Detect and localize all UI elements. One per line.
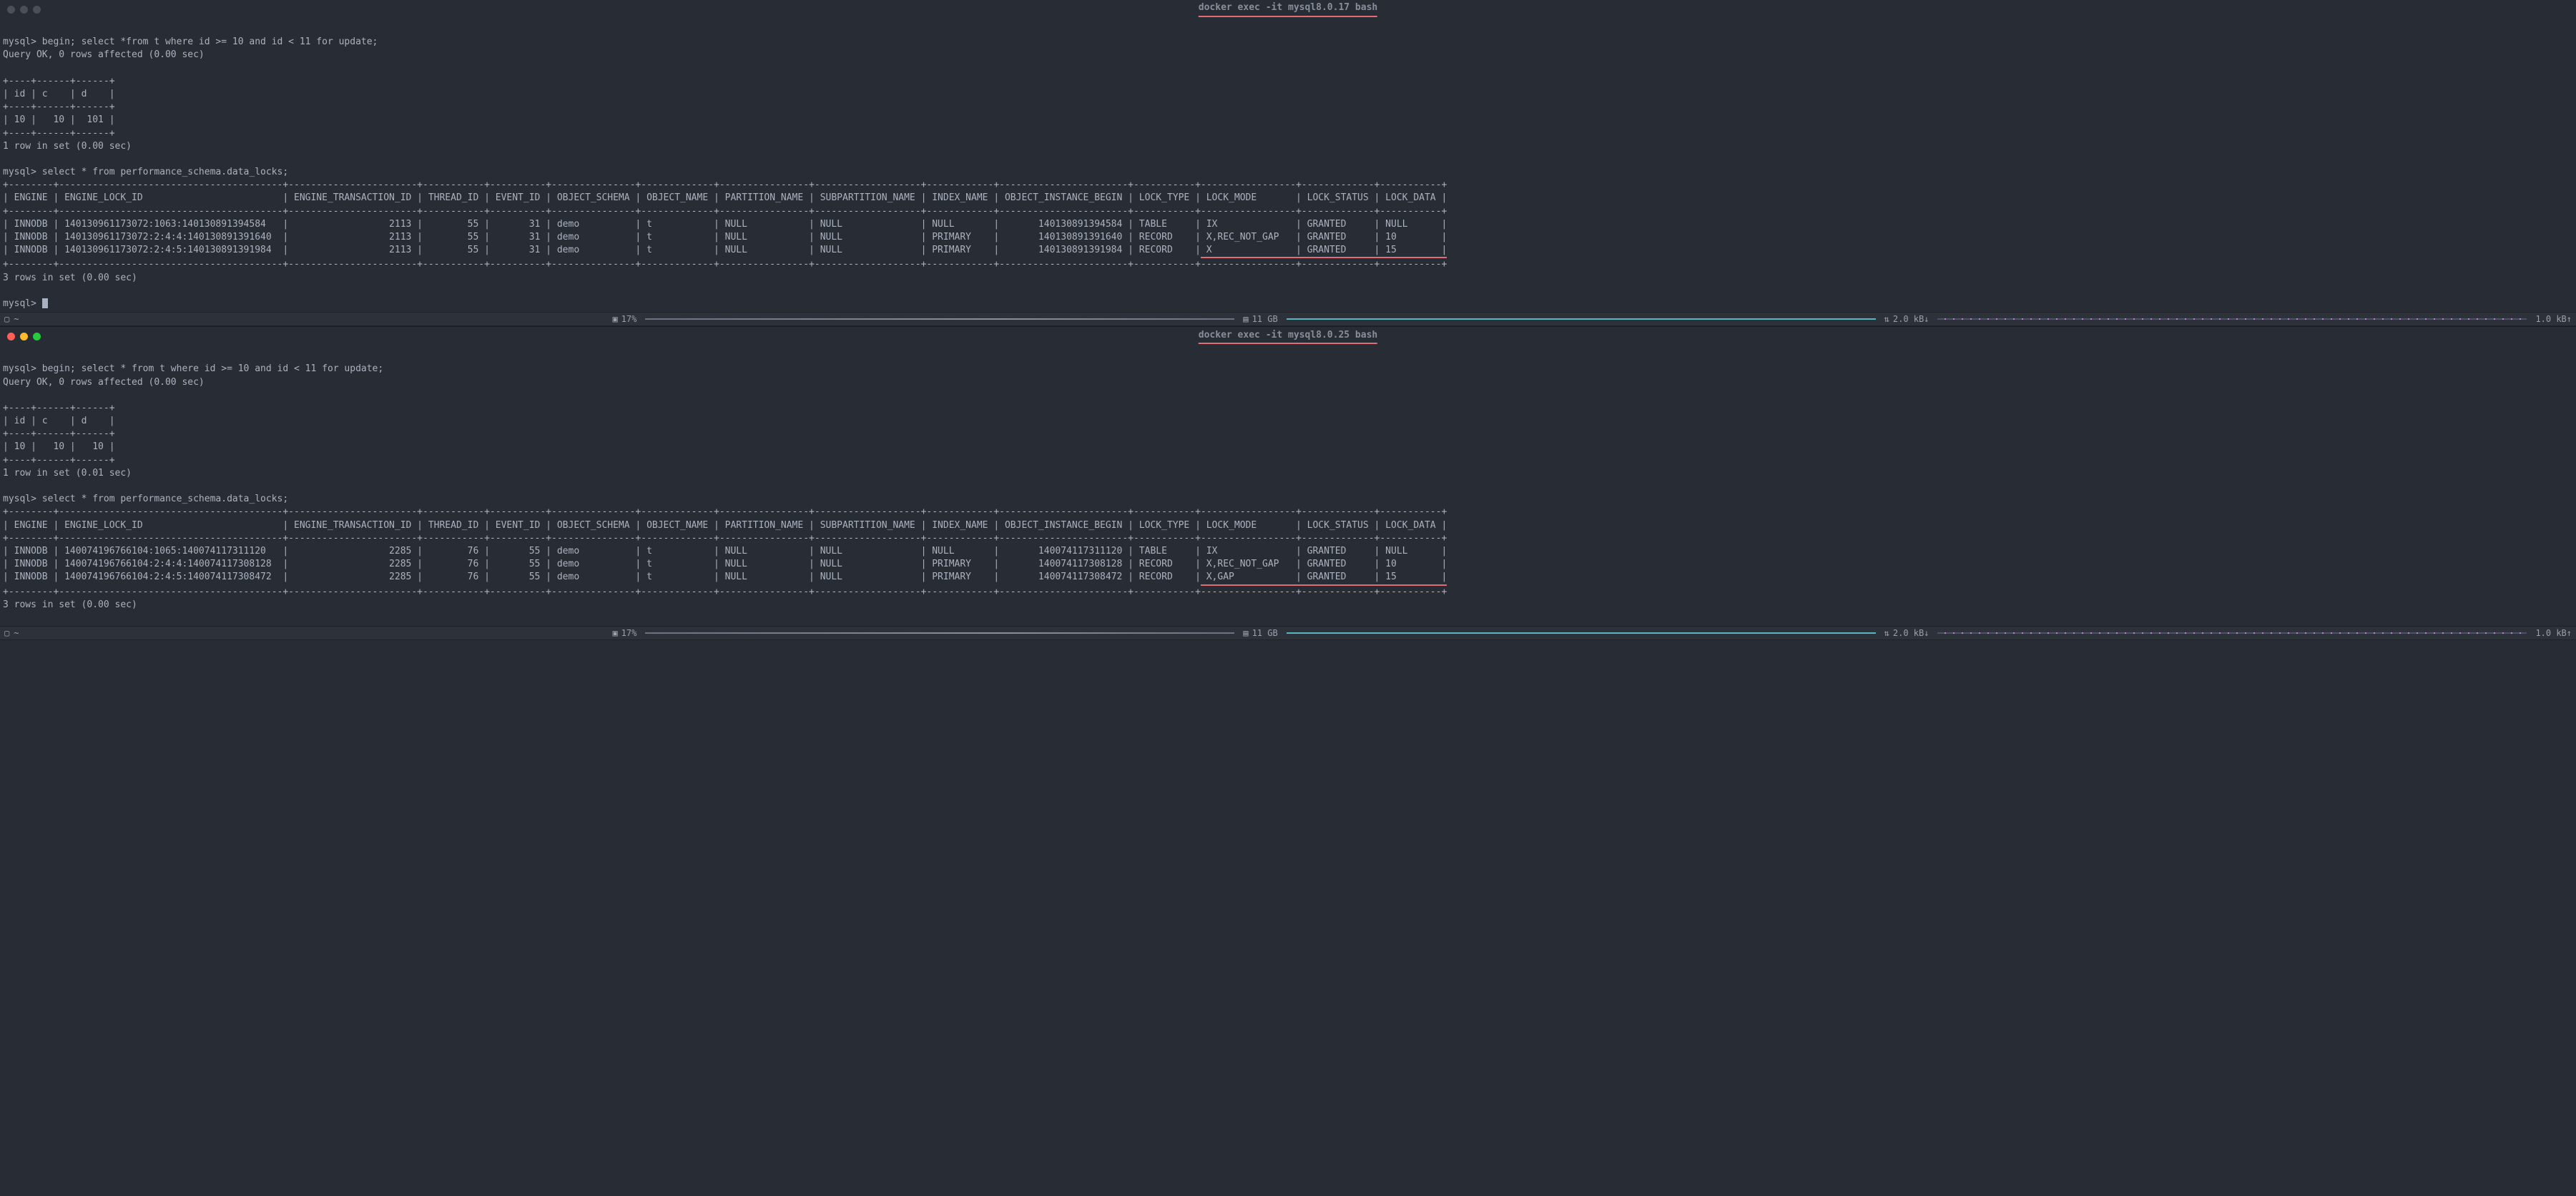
mem-section: ▤11 GB [1239, 313, 1282, 325]
titlebar: docker exec -it mysql8.0.25 bash [0, 327, 2576, 345]
cpu-section: ▣17% [608, 313, 641, 325]
net-graph [1937, 629, 2527, 637]
status-bar: ▢ ~ ▣17% ▤11 GB ⇅2.0 kB↓ 1.0 kB↑ [0, 626, 2576, 640]
net-down-section: ⇅2.0 kB↓ [1880, 313, 1934, 325]
mem-graph [1287, 629, 1876, 637]
titlebar: docker exec -it mysql8.0.17 bash [0, 0, 2576, 19]
cpu-section: ▣17% [608, 627, 641, 639]
folder-icon: ▢ [4, 313, 9, 325]
cpu-graph [645, 315, 1234, 323]
status-path: ~ [14, 627, 19, 639]
zoom-icon [33, 6, 41, 14]
cursor [42, 298, 48, 308]
terminal-pane-bottom[interactable]: docker exec -it mysql8.0.25 bash mysql> … [0, 327, 2576, 640]
net-up-section: 1.0 kB↑ [2531, 627, 2576, 639]
net-up-section: 1.0 kB↑ [2531, 313, 2576, 325]
network-icon: ⇅ [1884, 627, 1889, 639]
close-icon [7, 6, 15, 14]
minimize-icon[interactable] [20, 333, 28, 340]
cpu-icon: ▣ [612, 627, 617, 639]
cpu-graph [645, 629, 1234, 637]
window-controls[interactable] [0, 333, 41, 340]
net-graph [1937, 315, 2527, 323]
window-title: docker exec -it mysql8.0.17 bash [1199, 1, 1377, 16]
network-icon: ⇅ [1884, 313, 1889, 325]
net-down-section: ⇅2.0 kB↓ [1880, 627, 1934, 639]
memory-icon: ▤ [1243, 313, 1248, 325]
status-path: ~ [14, 313, 19, 325]
close-icon[interactable] [7, 333, 15, 340]
minimize-icon [20, 6, 28, 14]
terminal-output[interactable]: mysql> begin; select *from t where id >=… [0, 19, 2576, 312]
mem-graph [1287, 315, 1876, 323]
terminal-pane-top[interactable]: docker exec -it mysql8.0.17 bash mysql> … [0, 0, 2576, 326]
terminal-output[interactable]: mysql> begin; select * from t where id >… [0, 345, 2576, 626]
folder-icon: ▢ [4, 627, 9, 639]
memory-icon: ▤ [1243, 627, 1248, 639]
mem-section: ▤11 GB [1239, 627, 1282, 639]
cpu-icon: ▣ [612, 313, 617, 325]
zoom-icon[interactable] [33, 333, 41, 340]
window-controls [0, 6, 41, 14]
window-title: docker exec -it mysql8.0.25 bash [1199, 329, 1377, 344]
status-bar: ▢ ~ ▣17% ▤11 GB ⇅2.0 kB↓ 1.0 kB↑ [0, 312, 2576, 326]
